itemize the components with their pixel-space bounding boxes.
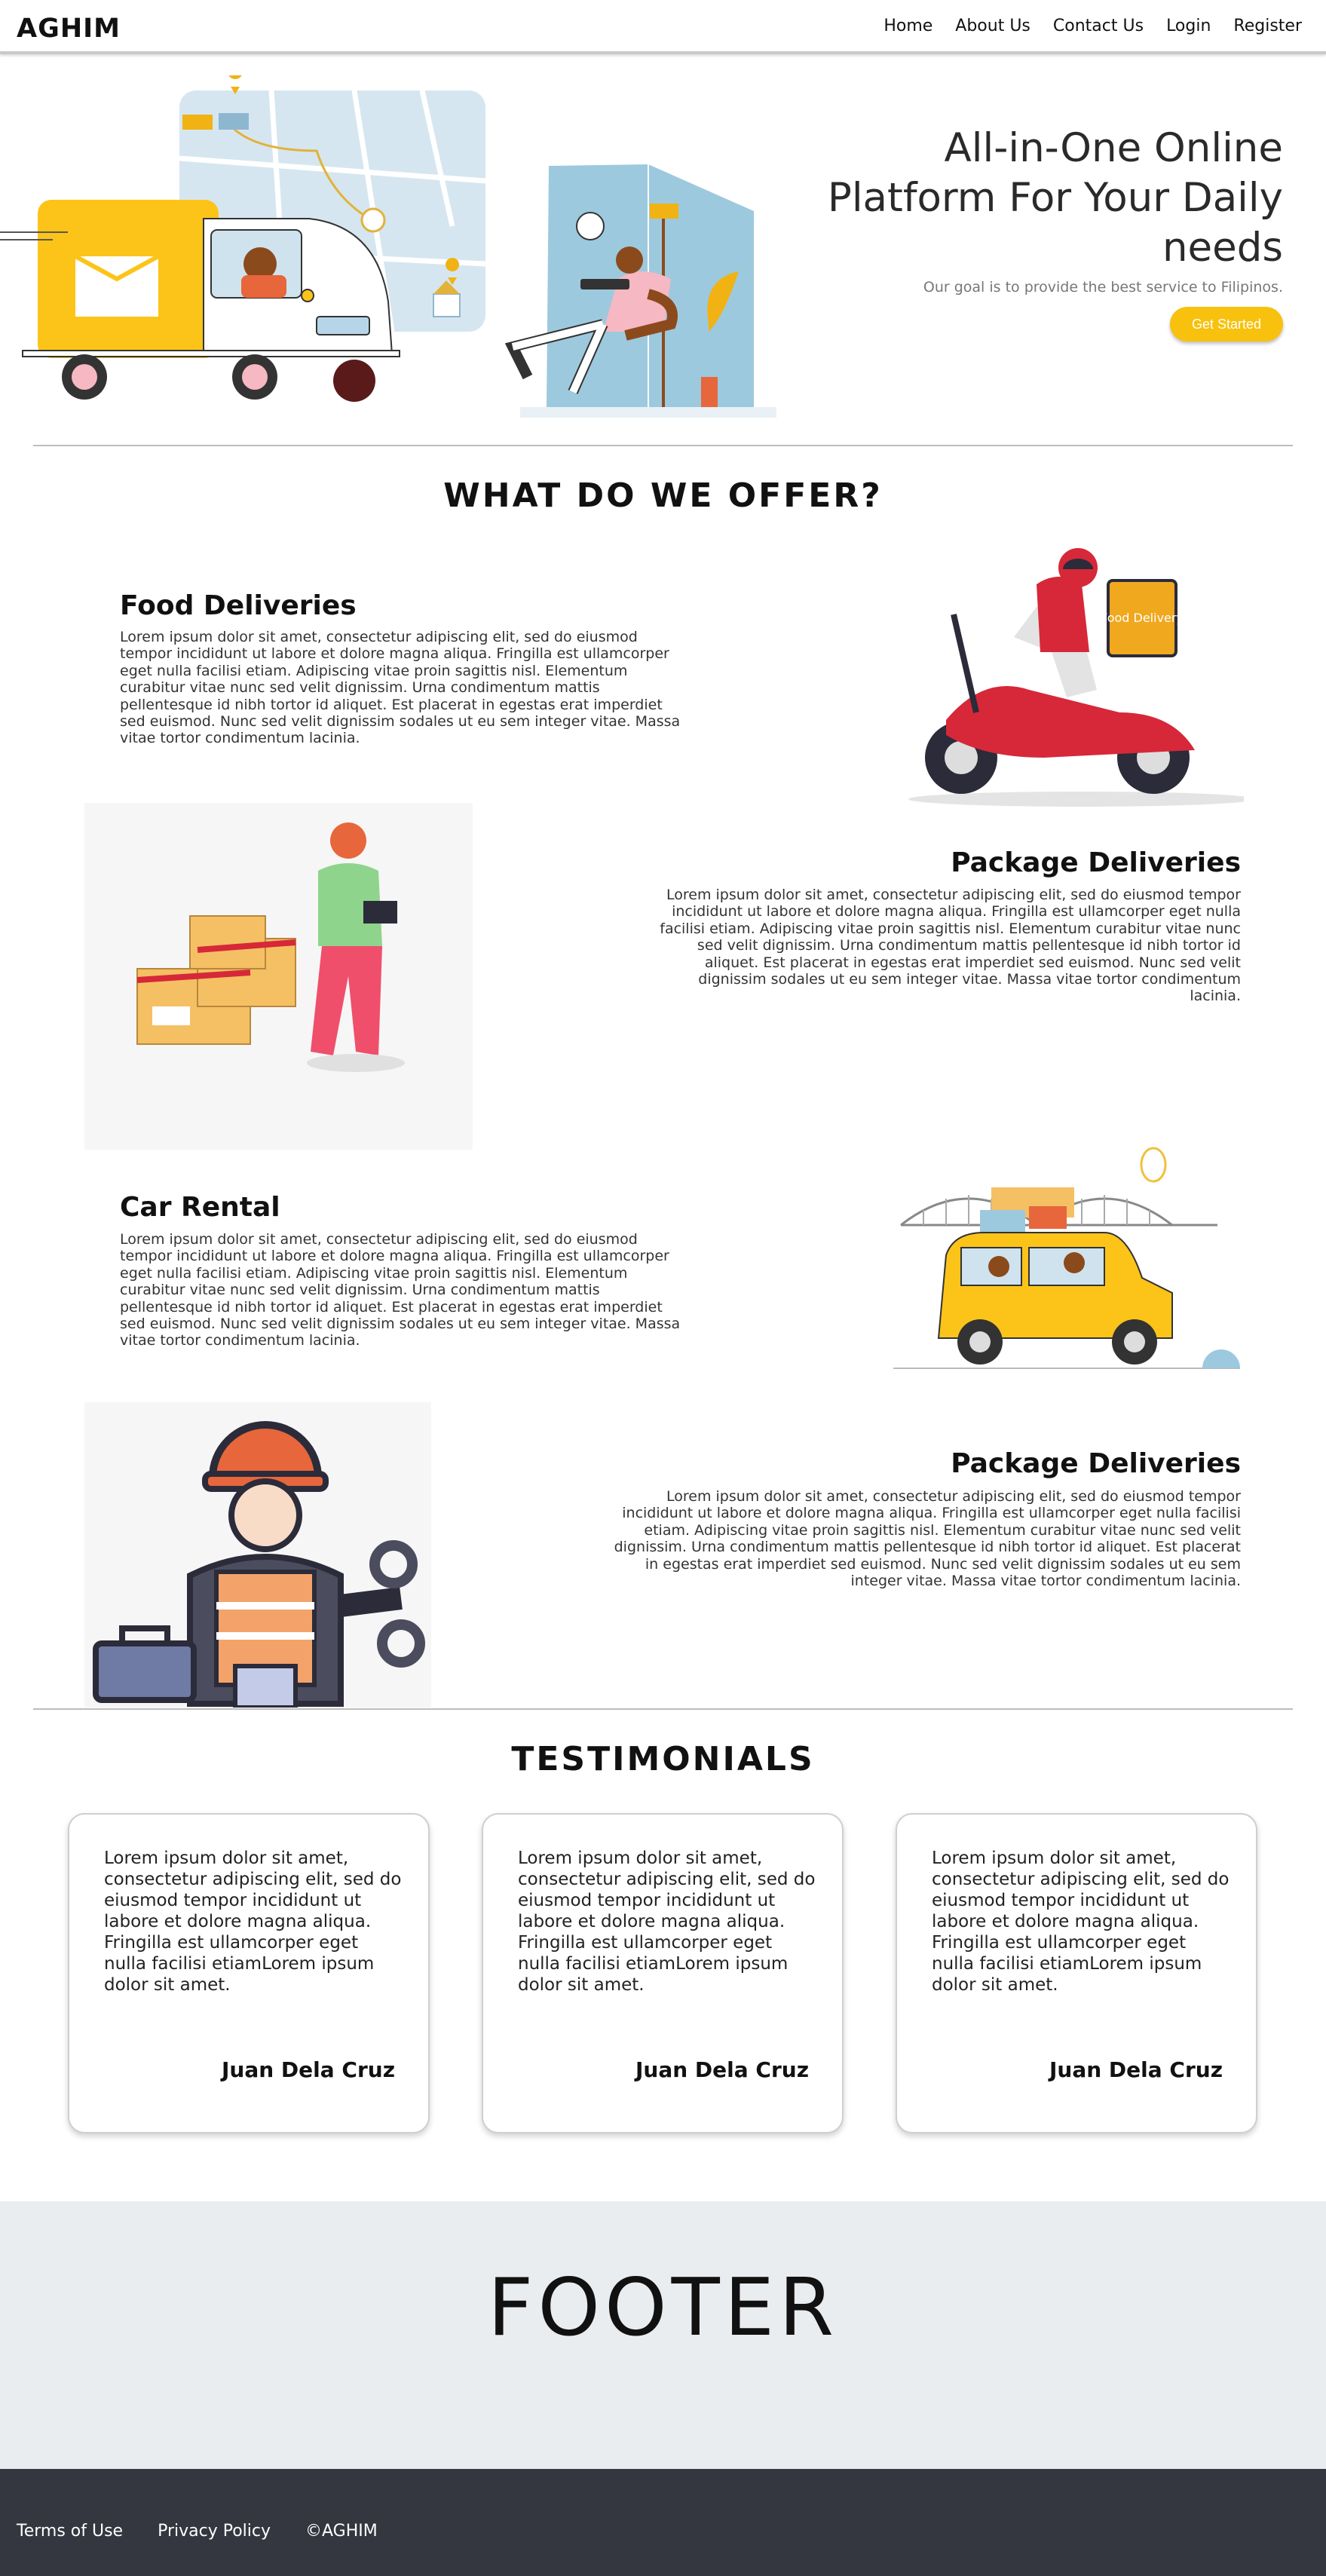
nav-link-about[interactable]: About Us: [955, 17, 1030, 35]
testimonial-text: Lorem ipsum dolor sit amet, consectetur …: [104, 1849, 402, 1995]
testimonial-text: Lorem ipsum dolor sit amet, consectetur …: [932, 1849, 1230, 1995]
testimonial-card: Lorem ipsum dolor sit amet, consectetur …: [68, 1813, 430, 2133]
testimonial-card: Lorem ipsum dolor sit amet, consectetur …: [482, 1813, 844, 2133]
terms-of-use-link[interactable]: Terms of Use: [17, 2522, 123, 2541]
service-text-package: Lorem ipsum dolor sit amet, consectetur …: [660, 887, 1241, 1005]
navbar: AGHIM Home About Us Contact Us Login Reg…: [0, 0, 1326, 54]
copyright-text: ©AGHIM: [305, 2522, 378, 2541]
get-started-button[interactable]: Get Started: [1170, 307, 1283, 342]
footer-bar: Terms of Use Privacy Policy ©AGHIM: [0, 2469, 1326, 2576]
nav-links: Home About Us Contact Us Login Register: [883, 17, 1302, 35]
car-rental-illustration: [893, 1147, 1240, 1369]
nav-link-contact[interactable]: Contact Us: [1053, 17, 1144, 35]
hero-illustration: [0, 75, 776, 418]
footer-banner: FOOTER: [0, 2201, 1326, 2469]
offer-heading: WHAT DO WE OFFER?: [443, 476, 883, 515]
service-text-food: Lorem ipsum dolor sit amet, consectetur …: [120, 629, 681, 747]
brand-logo[interactable]: AGHIM: [17, 14, 121, 44]
scooter-delivery-illustration: Food Delivery: [908, 548, 1244, 807]
service-title-package-2: Package Deliveries: [951, 1448, 1241, 1479]
footer-links: Terms of Use Privacy Policy ©AGHIM: [17, 2522, 378, 2541]
service-title-package: Package Deliveries: [951, 847, 1241, 878]
service-title-food: Food Deliveries: [120, 590, 357, 621]
hero-subtitle: Our goal is to provide the best service …: [923, 279, 1283, 296]
service-text-package-2: Lorem ipsum dolor sit amet, consectetur …: [614, 1488, 1241, 1590]
service-title-car-rental: Car Rental: [120, 1192, 280, 1223]
nav-link-register[interactable]: Register: [1233, 17, 1302, 35]
divider: [33, 445, 1293, 446]
nav-link-login[interactable]: Login: [1166, 17, 1211, 35]
nav-link-home[interactable]: Home: [883, 17, 932, 35]
testimonial-card: Lorem ipsum dolor sit amet, consectetur …: [896, 1813, 1257, 2133]
testimonial-text: Lorem ipsum dolor sit amet, consectetur …: [518, 1849, 816, 1995]
privacy-policy-link[interactable]: Privacy Policy: [158, 2522, 271, 2541]
testimonial-author: Juan Dela Cruz: [1049, 2057, 1223, 2082]
footer-title: FOOTER: [487, 2262, 839, 2354]
food-delivery-badge: Food Delivery: [1101, 611, 1184, 625]
service-text-car-rental: Lorem ipsum dolor sit amet, consectetur …: [120, 1231, 681, 1349]
testimonial-author: Juan Dela Cruz: [222, 2057, 395, 2082]
testimonial-author: Juan Dela Cruz: [635, 2057, 809, 2082]
package-delivery-illustration: [84, 803, 473, 1150]
testimonials-heading: TESTIMONIALS: [511, 1740, 815, 1778]
mechanic-illustration: [84, 1402, 431, 1708]
divider: [33, 1708, 1293, 1710]
hero-title: All-in-One Online Platform For Your Dail…: [827, 125, 1283, 271]
